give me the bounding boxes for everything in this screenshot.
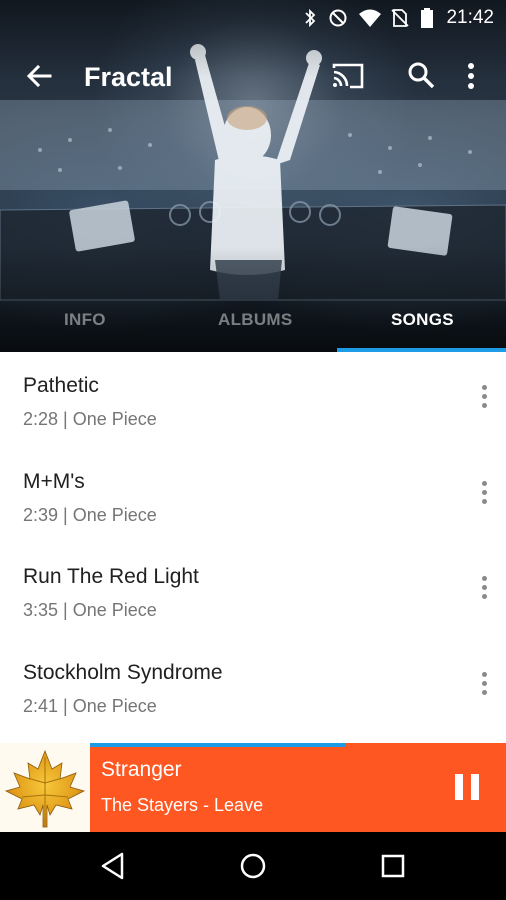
list-item[interactable]: Stockholm Syndrome 2:41 | One Piece (0, 639, 506, 735)
more-vert-icon[interactable] (476, 385, 492, 415)
song-title: Pathetic (23, 374, 99, 397)
more-vert-icon[interactable] (476, 671, 492, 702)
search-icon[interactable] (404, 58, 440, 94)
song-subtitle: 2:39 | One Piece (23, 504, 157, 525)
no-sim-icon (391, 9, 409, 27)
tab-info[interactable]: INFO (64, 310, 106, 330)
tab-songs[interactable]: SONGS (391, 310, 454, 330)
tab-albums[interactable]: ALBUMS (218, 310, 293, 330)
home-circle-icon[interactable] (237, 850, 269, 882)
more-vert-icon[interactable] (476, 576, 492, 606)
battery-icon (421, 8, 433, 28)
now-playing-subtitle: The Stayers - Leave (101, 795, 264, 815)
song-subtitle: 2:28 | One Piece (23, 409, 157, 429)
wifi-icon (359, 9, 381, 27)
recents-square-icon[interactable] (377, 850, 409, 882)
pause-icon (455, 774, 463, 800)
cast-icon[interactable] (330, 58, 366, 94)
playback-progress-fill (90, 743, 346, 747)
song-subtitle: 2:41 | One Piece (23, 695, 157, 716)
list-item[interactable]: Pathetic 2:28 | One Piece (0, 352, 506, 448)
back-triangle-icon[interactable] (98, 850, 130, 882)
app-toolbar: Fractal (0, 44, 506, 108)
status-time: 21:42 (446, 7, 494, 28)
song-title: M+M's (23, 469, 85, 493)
page-title: Fractal (84, 62, 173, 92)
list-item[interactable]: Run The Red Light 3:35 | One Piece (0, 543, 506, 639)
song-title: Stockholm Syndrome (23, 660, 223, 684)
more-vert-icon[interactable] (456, 58, 486, 94)
bluetooth-icon (305, 8, 316, 28)
system-nav-bar (0, 832, 506, 900)
song-subtitle: 3:35 | One Piece (23, 600, 157, 620)
song-list: Pathetic 2:28 | One Piece M+M's 2:39 | O… (0, 352, 506, 734)
now-playing-title: Stranger (101, 758, 182, 781)
song-title: Run The Red Light (23, 565, 199, 588)
maple-leaf-icon (4, 749, 86, 828)
artist-tabs: INFO ALBUMS SONGS (0, 300, 506, 352)
pause-button[interactable] (452, 772, 482, 804)
status-bar: 21:42 (0, 0, 506, 36)
more-vert-icon[interactable] (476, 480, 492, 511)
list-item[interactable]: M+M's 2:39 | One Piece (0, 448, 506, 544)
do-not-disturb-icon (329, 9, 347, 27)
album-art[interactable] (0, 743, 90, 832)
back-arrow-icon[interactable] (22, 58, 58, 94)
